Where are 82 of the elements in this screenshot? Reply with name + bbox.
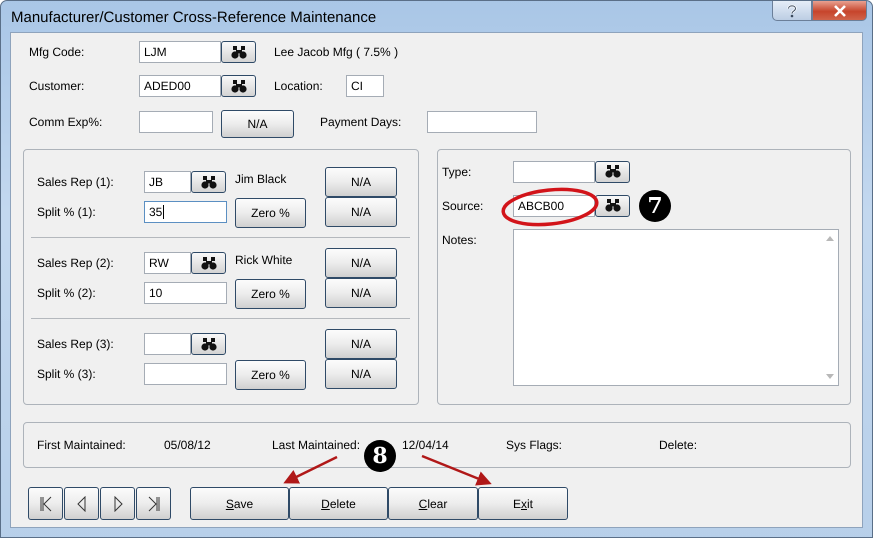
input-field[interactable]: RW	[144, 252, 191, 274]
previous-record-icon	[76, 496, 86, 512]
first-record-button[interactable]	[28, 487, 63, 520]
help-icon	[786, 4, 798, 18]
field-label: Type:	[442, 164, 472, 178]
na-button[interactable]: N/A	[325, 359, 397, 389]
field-label: Comm Exp%:	[28, 115, 104, 129]
date-value: 05/08/12	[164, 438, 212, 452]
na-button[interactable]: N/A	[325, 197, 397, 227]
annotation-arrow	[422, 454, 492, 486]
na-button[interactable]: N/A	[325, 329, 397, 359]
last-record-button[interactable]	[136, 487, 171, 520]
input-field[interactable]: 35	[144, 201, 227, 223]
field-label: Split % (2):	[37, 286, 97, 300]
manufacturer-name: Lee Jacob Mfg ( 7.5% )	[274, 45, 398, 59]
help-button[interactable]	[772, 1, 812, 21]
binoculars-icon	[200, 256, 216, 270]
input-field[interactable]	[513, 160, 595, 182]
lookup-button[interactable]	[221, 75, 256, 97]
field-label: Source:	[442, 198, 484, 212]
input-field[interactable]	[139, 111, 213, 133]
field-label: Location:	[274, 79, 324, 93]
next-record-icon	[112, 496, 122, 512]
binoculars-icon	[604, 199, 620, 212]
field-label: Mfg Code:	[28, 45, 86, 59]
field-label: Sales Rep (2):	[37, 256, 115, 270]
input-field[interactable]	[144, 333, 191, 355]
binoculars-icon	[604, 165, 620, 178]
na-button[interactable]: N/A	[325, 167, 397, 197]
input-field[interactable]: LJM	[139, 41, 221, 63]
binoculars-icon	[200, 338, 216, 350]
annotation-arrow	[283, 456, 338, 484]
lookup-button[interactable]	[221, 41, 256, 63]
lookup-button[interactable]	[191, 252, 226, 274]
close-icon	[832, 4, 846, 16]
field-label: Payment Days:	[320, 115, 402, 129]
input-field[interactable]: CI	[346, 75, 384, 97]
field-label: Sys Flags:	[506, 438, 564, 452]
window-title: Manufacturer/Customer Cross-Reference Maintenance	[11, 9, 376, 26]
zero-percent-button[interactable]: Zero %	[235, 278, 306, 308]
zero-percent-button[interactable]: Zero %	[235, 198, 306, 228]
input-field[interactable]: ABCB00	[513, 194, 595, 216]
na-button[interactable]: N/A	[325, 278, 397, 308]
last-record-icon	[146, 496, 160, 512]
field-label: Sales Rep (1):	[37, 175, 115, 189]
action-button[interactable]: Exit	[478, 487, 568, 520]
rep-name: Rick White	[234, 253, 294, 267]
binoculars-icon	[230, 80, 246, 92]
field-label: Split % (1):	[37, 205, 97, 219]
lookup-button[interactable]	[191, 171, 226, 193]
scroll-down-icon	[826, 374, 834, 379]
na-button[interactable]: N/A	[325, 248, 397, 278]
previous-record-button[interactable]	[64, 487, 99, 520]
input-field[interactable]: ADED00	[139, 75, 221, 97]
field-label: Notes:	[442, 233, 478, 247]
input-field[interactable]: 10	[144, 282, 227, 304]
field-label: First Maintained:	[36, 438, 127, 452]
lookup-button[interactable]	[595, 160, 630, 182]
lookup-button[interactable]	[595, 194, 630, 216]
field-label: Sales Rep (3):	[37, 337, 115, 351]
field-label: Last Maintained:	[272, 438, 362, 452]
lookup-button[interactable]	[191, 333, 226, 355]
binoculars-icon	[230, 46, 246, 58]
date-value: 12/04/14	[402, 438, 450, 452]
field-label: Split % (3):	[37, 367, 97, 381]
scroll-up-icon	[826, 236, 834, 241]
next-record-button[interactable]	[100, 487, 135, 520]
action-button[interactable]: Save	[190, 487, 289, 520]
notes-field[interactable]	[513, 229, 839, 386]
input-field[interactable]	[144, 363, 227, 385]
na-button[interactable]: N/A	[221, 110, 294, 138]
zero-percent-button[interactable]: Zero %	[235, 360, 306, 390]
action-button[interactable]: Clear	[388, 487, 478, 520]
field-label: Customer:	[28, 79, 86, 93]
input-field[interactable]	[427, 111, 537, 133]
rep-name: Jim Black	[234, 172, 288, 186]
binoculars-icon	[200, 176, 216, 188]
input-field[interactable]: JB	[144, 171, 191, 193]
close-button[interactable]	[812, 1, 867, 21]
first-record-icon	[38, 496, 52, 512]
field-label: Delete:	[659, 438, 698, 452]
action-button[interactable]: Delete	[289, 487, 388, 520]
